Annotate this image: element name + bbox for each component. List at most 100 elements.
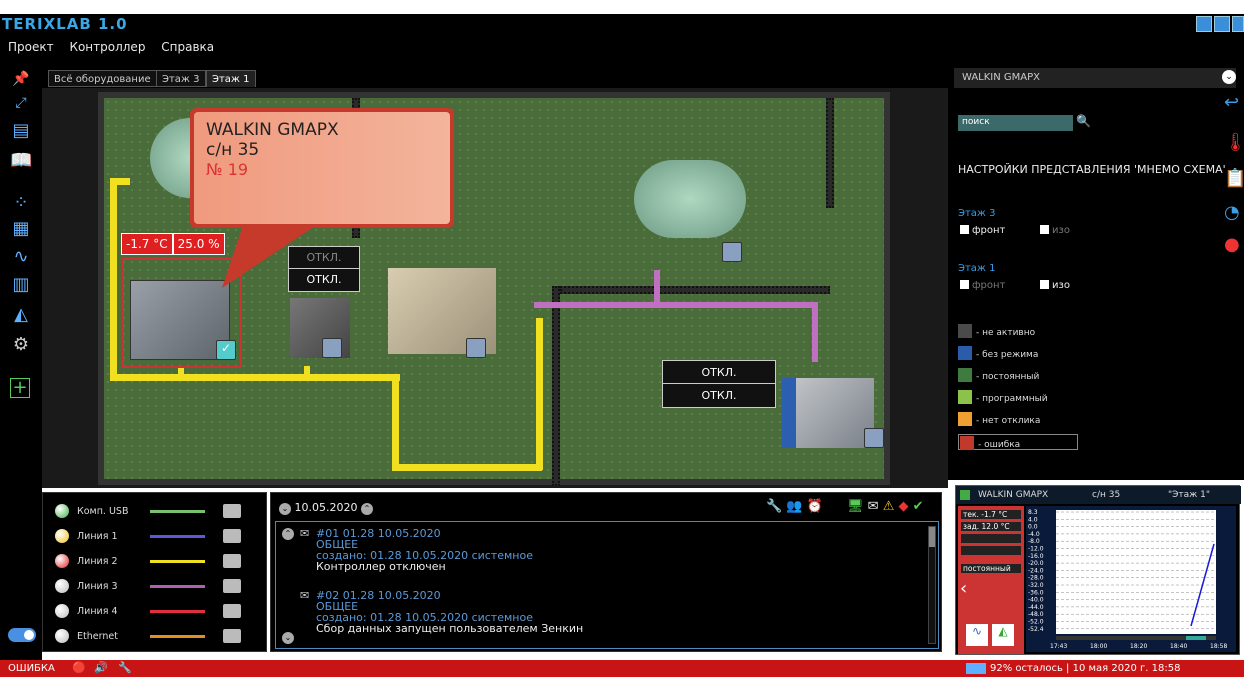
expand-icon[interactable]: ⌃ [282,528,294,540]
menu-help[interactable]: Справка [153,34,218,54]
tools-icon[interactable]: 🔧 [118,661,132,674]
menu-project[interactable]: Проект [0,34,58,54]
events-date: 10.05.2020 [294,501,358,514]
prev-date-icon[interactable]: ⌄ [279,503,291,515]
small-chamber-device[interactable] [290,298,350,358]
floor-3-label: Этаж 3 [958,208,996,219]
floor-3-iso-checkbox[interactable]: изо [1040,225,1070,236]
monitor-filter-icon[interactable]: 🖥 [847,499,864,514]
wall [552,286,560,486]
mail-filter-icon[interactable]: ✉ [868,499,879,514]
line-row[interactable]: Комп. USB [55,503,255,521]
collapse-icon[interactable]: ⌄ [282,632,294,644]
climate-chamber-device[interactable] [782,378,884,448]
mail-icon: ✉ [300,589,310,602]
legend-item: - без режима [958,346,1038,362]
tab-all-equipment[interactable]: Всё оборудование [48,70,157,87]
users-filter-icon[interactable]: 👥 [786,499,802,514]
mini-y-tick: -20.0 [1028,560,1044,567]
wrench-filter-icon[interactable]: 🔧 [766,499,782,514]
mini-y-tick: -8.0 [1028,538,1040,545]
network-icon[interactable]: ⁘ [10,192,32,214]
mini-header: WALKIN GMAPX с/н 35 "Этаж 1" [956,486,1241,504]
port-icon [223,579,241,593]
sound-icon[interactable]: 🔊 [94,661,108,674]
thermometer-icon[interactable]: 🌡 [1224,132,1244,153]
panel-title: НАСТРОЙКИ ПРЕДСТАВЛЕНИЯ 'МНЕМО СХЕМА' [958,163,1226,176]
undo-icon[interactable]: ↩ [1224,92,1239,113]
add-icon[interactable]: + [10,378,30,398]
line-color-bar [150,585,205,588]
mini-y-tick: 0.0 [1028,524,1038,531]
mini-y-tick: -32.0 [1028,582,1044,589]
status-led-icon [55,504,69,518]
tank-device[interactable] [634,160,746,262]
mini-y-tick: -4.0 [1028,531,1040,538]
legend-swatch [958,324,972,338]
settings-icon[interactable]: ⚙ [10,334,32,356]
line-row[interactable]: Линия 2 [55,553,255,571]
off-status: ОТКЛ. [701,389,737,402]
alarm-indicator-icon[interactable]: 🔴 [72,661,86,674]
port-icon [223,604,241,618]
line-row[interactable]: Линия 4 [55,603,255,621]
mini-chart-icon[interactable]: ∿ [966,624,988,646]
pin-icon[interactable]: 📌 [10,68,32,90]
line-row[interactable]: Ethernet [55,628,255,646]
legend-swatch [958,412,972,426]
gauge-icon[interactable]: ◔ [1224,202,1240,223]
scrollbar[interactable] [928,526,936,644]
fullscreen-icon[interactable]: ⤢ [10,92,32,114]
temperature-value: -1.7 °C [121,233,173,255]
floor-1-iso-checkbox[interactable]: изо [1040,280,1070,291]
maximize-button[interactable] [1214,16,1230,32]
close-button[interactable] [1232,16,1244,32]
toggle-switch[interactable] [8,628,36,642]
next-date-icon[interactable]: ⌃ [360,503,373,515]
ok-filter-icon[interactable]: ✔ [913,499,924,514]
warning-filter-icon[interactable]: ⚠ [883,499,895,514]
line-3-pipe [534,302,818,308]
search-input[interactable]: поиск [958,115,1073,131]
line-2-pipe [110,374,400,381]
event-item[interactable]: #01 01.28 10.05.2020 ОБЩЕЕ создано: 01.2… [316,528,533,572]
table-icon[interactable]: ▥ [10,274,32,296]
container-chamber-device[interactable] [388,268,496,358]
mini-area-icon[interactable]: ◭ [992,624,1014,646]
legend-label: - постоянный [976,372,1040,382]
floor-1-front-checkbox[interactable]: фронт [960,280,1005,291]
line-row[interactable]: Линия 1 [55,528,255,546]
area-chart-icon[interactable]: ◭ [10,304,32,326]
record-icon[interactable]: ● [1224,234,1240,255]
legend-label: - без режима [976,350,1039,360]
mini-serial: с/н 35 [1092,490,1121,500]
mini-y-tick: -52.0 [1028,619,1044,626]
search-icon[interactable]: 🔍 [1076,114,1091,128]
line-row[interactable]: Линия 3 [55,578,255,596]
minimize-button[interactable] [1196,16,1212,32]
port-icon [223,529,241,543]
report-icon[interactable]: ▤ [10,120,32,142]
menu-controller[interactable]: Контроллер [61,34,149,54]
collapse-icon[interactable]: ⌄ [1222,70,1236,84]
alarm-filter-icon[interactable]: ⏰ [807,499,823,514]
event-item[interactable]: #02 01.28 10.05.2020 ОБЩЕЕ создано: 01.2… [316,590,583,634]
status-check-icon: ✓ [216,340,236,360]
tab-floor-3[interactable]: Этаж 3 [156,70,206,87]
mini-y-tick: -40.0 [1028,597,1044,604]
mini-x-tick: 18:58 [1210,643,1227,650]
legend-label: - программный [976,394,1048,404]
graph-icon[interactable]: ∿ [10,246,32,268]
events-list[interactable]: ⌃ ✉ #01 01.28 10.05.2020 ОБЩЕЕ создано: … [275,521,939,649]
mini-y-tick: -48.0 [1028,611,1044,618]
grid-icon[interactable]: ▦ [10,218,32,240]
manual-icon[interactable]: 📖 [10,150,32,172]
floor-3-front-checkbox[interactable]: фронт [960,225,1005,236]
clipboard-icon[interactable]: 📋 [1224,168,1244,189]
event-type-icons: 🖥 ✉ ⚠ ◆ ✔ [847,499,924,514]
tab-floor-1[interactable]: Этаж 1 [206,70,256,87]
mini-left-arrow-icon[interactable]: ‹ [960,578,967,599]
mini-y-tick: -52.4 [1028,626,1044,633]
line-color-bar [150,535,205,538]
error-filter-icon[interactable]: ◆ [899,499,909,514]
